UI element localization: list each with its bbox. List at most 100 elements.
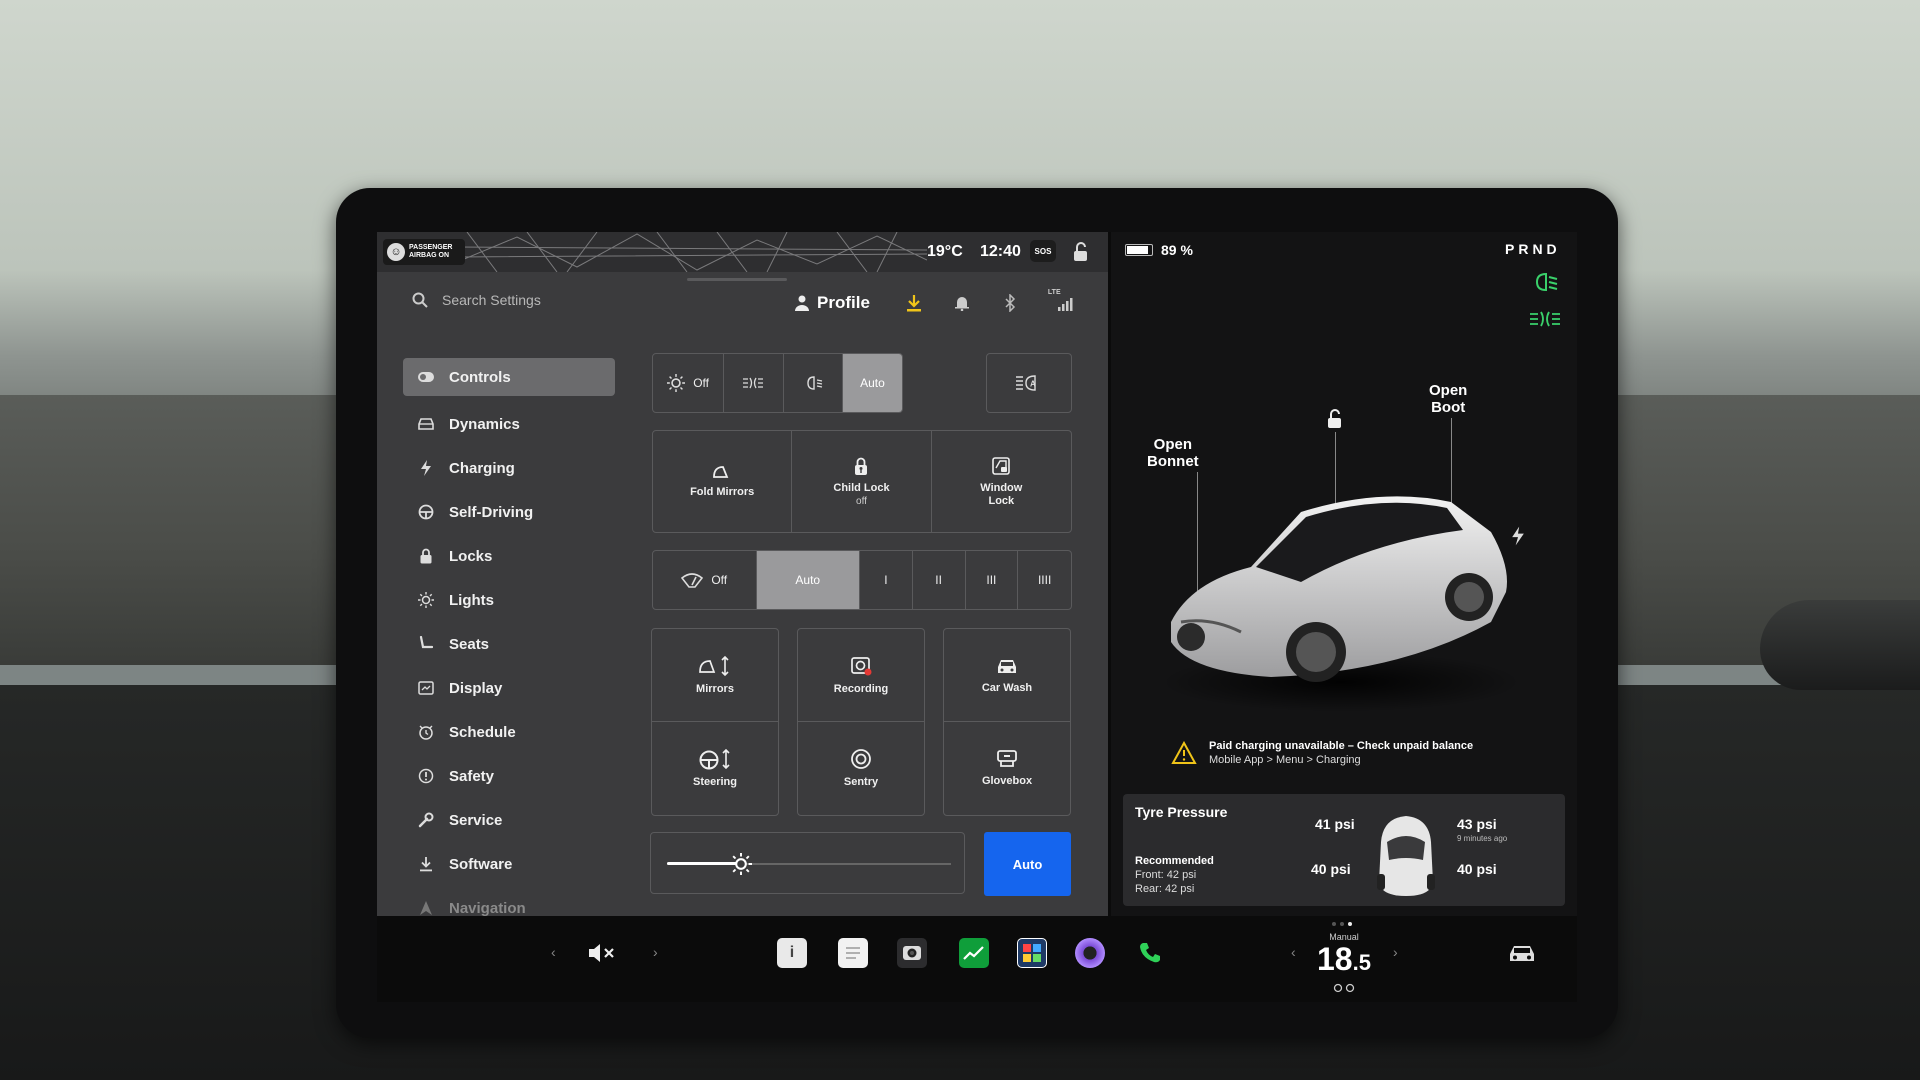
fold-mirrors-button[interactable]: Fold Mirrors	[653, 431, 793, 532]
media-icon[interactable]	[1075, 938, 1105, 968]
phone-icon[interactable]	[1135, 938, 1165, 968]
tyre-pressure-card[interactable]: Tyre Pressure Recommended Front: 42 psi …	[1123, 794, 1565, 906]
brightness-auto-button[interactable]: Auto	[984, 832, 1071, 896]
headlight-selector: Off Auto	[652, 353, 903, 413]
window-lock-button[interactable]: Window Lock	[932, 431, 1071, 532]
open-bonnet-button[interactable]: Open Bonnet	[1147, 436, 1199, 470]
sidebar-item-charging[interactable]: Charging	[403, 446, 615, 490]
wiper-speed-1[interactable]: I	[860, 551, 913, 609]
glovebox-icon	[997, 750, 1017, 767]
sidebar-item-service[interactable]: Service	[403, 798, 615, 842]
open-boot-button[interactable]: Open Boot	[1429, 382, 1467, 416]
touchscreen: ☺ PASSENGER AIRBAG ON 19°C 12:40 SOS Sear…	[377, 232, 1577, 1002]
wiper-speed-2[interactable]: II	[913, 551, 966, 609]
person-icon	[795, 295, 809, 311]
sidebar-item-controls[interactable]: Controls	[403, 358, 615, 396]
child-lock-icon	[855, 457, 868, 475]
parking-lights-indicator-icon	[1530, 311, 1560, 327]
parking-lights-button[interactable]	[724, 354, 784, 412]
sidebar-item-seats[interactable]: Seats	[403, 622, 615, 666]
clock: 12:40	[980, 243, 1021, 260]
tyre-recommended: Recommended Front: 42 psi Rear: 42 psi	[1135, 855, 1214, 895]
battery-fill	[1127, 246, 1149, 254]
low-beam-indicator-icon	[1535, 272, 1558, 292]
car-wash-icon	[998, 659, 1016, 673]
temp-down-chevron-icon[interactable]: ‹	[1291, 944, 1296, 960]
brightness-sun-icon[interactable]	[729, 853, 752, 875]
sidebar-item-dynamics[interactable]: Dynamics	[403, 402, 615, 446]
sidebar-item-schedule[interactable]: Schedule	[403, 710, 615, 754]
search-bar[interactable]: Search Settings	[412, 292, 541, 308]
glovebox-button[interactable]: Glovebox	[944, 722, 1070, 815]
climate-page-dots	[1332, 922, 1352, 926]
car-status-panel: 89 % PRND Open Bonnet Open Boot Paid cha…	[1111, 232, 1577, 916]
camera-icon[interactable]	[897, 938, 927, 968]
sidebar-item-display[interactable]: Display	[403, 666, 615, 710]
bluetooth-icon[interactable]	[1000, 293, 1020, 313]
gear-indicator: PRND	[1505, 241, 1561, 257]
notes-icon[interactable]	[838, 938, 868, 968]
outside-temperature: 19°C	[927, 243, 963, 260]
tyre-front-left: 41 psi	[1315, 816, 1355, 832]
download-icon[interactable]	[904, 293, 924, 313]
car-topview-icon	[1377, 816, 1435, 896]
parking-lights-icon	[743, 377, 764, 389]
auto-high-beam-button[interactable]: A	[986, 353, 1072, 413]
mirrors-button[interactable]: Mirrors	[652, 629, 778, 722]
steering-stalk	[1760, 600, 1920, 690]
quick-tiles-col1: Mirrors Steering	[651, 628, 779, 816]
volume-right-chevron-icon[interactable]: ›	[653, 944, 658, 960]
search-input[interactable]: Search Settings	[442, 292, 541, 308]
lte-signal-icon: LTE	[1048, 289, 1074, 313]
wipers-auto-button[interactable]: Auto	[756, 551, 860, 609]
bell-icon[interactable]	[952, 293, 972, 313]
steering-adjust-button[interactable]: Steering	[652, 722, 778, 815]
sentry-button[interactable]: Sentry	[798, 722, 924, 815]
wrench-icon	[417, 811, 435, 829]
sidebar-item-locks[interactable]: Locks	[403, 534, 615, 578]
drag-handle[interactable]	[687, 278, 787, 281]
brightness-slider[interactable]	[650, 832, 965, 894]
warning-icon	[1171, 741, 1197, 764]
svg-text:A: A	[1030, 380, 1036, 389]
wiper-selector: Off Auto I II III IIII	[652, 550, 1072, 610]
low-beam-button[interactable]	[784, 354, 843, 412]
toybox-icon[interactable]	[1017, 938, 1047, 968]
profile-button[interactable]: Profile	[795, 293, 870, 313]
toggle-icon	[417, 368, 435, 386]
alert-icon	[417, 767, 435, 785]
charging-warning[interactable]: Paid charging unavailable – Check unpaid…	[1171, 740, 1473, 766]
recording-button[interactable]: Recording	[798, 629, 924, 722]
headlights-off-button[interactable]: Off	[653, 354, 725, 412]
temp-up-chevron-icon[interactable]: ›	[1393, 944, 1398, 960]
car-menu-icon[interactable]	[1507, 942, 1537, 964]
car-wash-button[interactable]: Car Wash	[944, 629, 1070, 722]
wipers-off-button[interactable]: Off	[653, 551, 757, 609]
wiper-icon	[681, 573, 704, 588]
window-lock-icon	[992, 456, 1011, 475]
fan-icon	[1333, 983, 1355, 993]
sidebar-item-self-driving[interactable]: Self-Driving	[403, 490, 615, 534]
climate-control[interactable]: Manual 18.5	[1317, 932, 1371, 998]
clock-icon	[417, 723, 435, 741]
sidebar-item-software[interactable]: Software	[403, 842, 615, 886]
stocks-icon[interactable]	[959, 938, 989, 968]
dashcam-icon	[851, 656, 872, 675]
unlock-icon[interactable]	[1071, 241, 1091, 263]
sidebar-item-lights[interactable]: Lights	[403, 578, 615, 622]
manual-icon[interactable]: i	[777, 938, 807, 968]
wiper-speed-3[interactable]: III	[966, 551, 1019, 609]
tyre-pressure-title: Tyre Pressure	[1135, 804, 1228, 820]
headlights-auto-button[interactable]: Auto	[842, 354, 902, 412]
mute-icon[interactable]	[587, 942, 617, 964]
mirror-adjust-icon	[699, 655, 729, 676]
header-icons: Profile LTE	[795, 289, 1102, 316]
map-thumbnail[interactable]	[457, 232, 927, 272]
car-unlock-icon[interactable]	[1325, 408, 1345, 430]
airbag-icon: ☺	[387, 243, 405, 261]
wiper-speed-4[interactable]: IIII	[1018, 551, 1071, 609]
volume-left-chevron-icon[interactable]: ‹	[551, 944, 556, 960]
sos-button[interactable]: SOS	[1030, 240, 1056, 262]
child-lock-button[interactable]: Child Lock off	[792, 431, 932, 532]
sidebar-item-safety[interactable]: Safety	[403, 754, 615, 798]
